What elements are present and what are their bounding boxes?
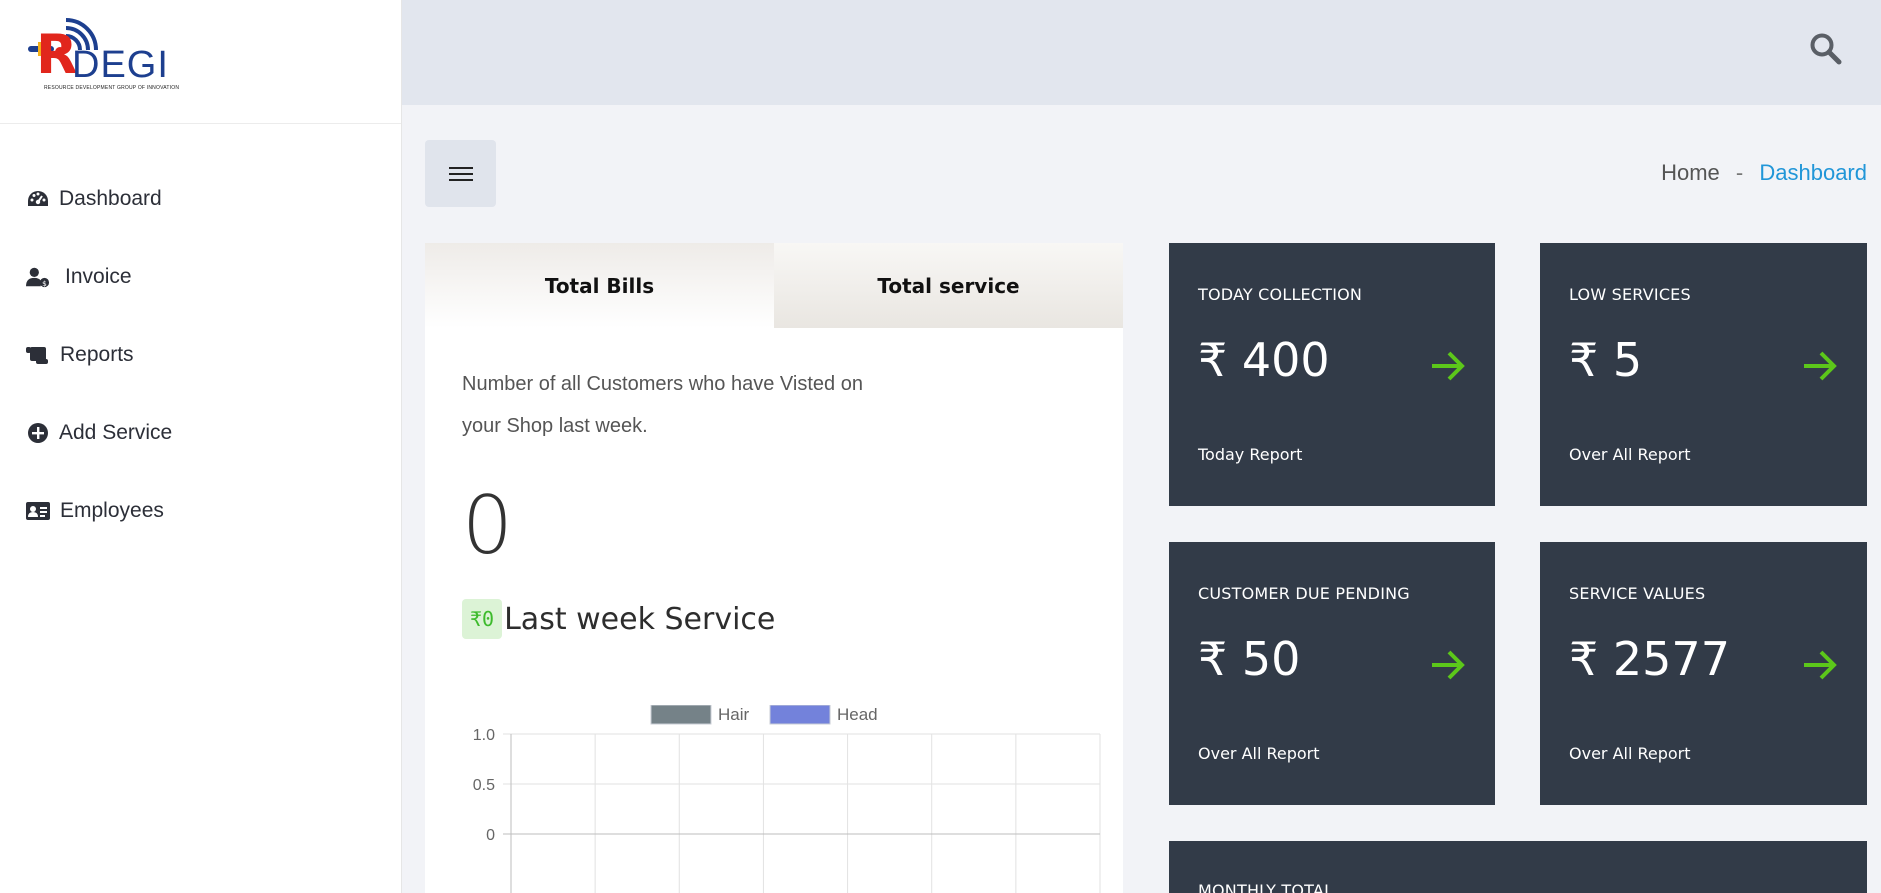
breadcrumb: Home - Dashboard <box>1661 160 1867 186</box>
tile-title: SERVICE VALUES <box>1569 584 1706 603</box>
plus-circle-icon <box>26 421 50 445</box>
sidebar-item-reports[interactable]: Reports <box>0 316 401 394</box>
logo-tagline: RESOURCE DEVELOPMENT GROUP OF INNOVATION <box>44 85 180 91</box>
sidebar-item-employees[interactable]: Employees <box>0 472 401 550</box>
last-week-row: ₹0 Last week Service <box>462 599 775 639</box>
sidebar-item-label: Invoice <box>65 265 132 288</box>
tab-total-service[interactable]: Total service <box>774 243 1123 328</box>
search-icon[interactable] <box>1809 32 1843 66</box>
logo-area: R DEGI RESOURCE DEVELOPMENT GROUP OF INN… <box>0 0 401 124</box>
last-week-label: Last week Service <box>504 601 776 637</box>
service-chart: Hair Head 1.0 0.5 0 <box>473 705 1101 893</box>
tile-value: ₹ 400 <box>1198 333 1330 387</box>
arrow-right-icon[interactable] <box>1801 347 1839 385</box>
tile-report-link[interactable]: Today Report <box>1198 445 1302 464</box>
sidebar-item-add-service[interactable]: Add Service <box>0 394 401 472</box>
tile-service-values[interactable]: SERVICE VALUES ₹ 2577 Over All Report <box>1540 542 1867 805</box>
amount-badge: ₹0 <box>462 599 503 639</box>
legend-label: Hair <box>718 705 750 724</box>
arrow-right-icon[interactable] <box>1429 347 1467 385</box>
tile-value: ₹ 2577 <box>1569 632 1730 686</box>
breadcrumb-home-link[interactable]: Home <box>1661 160 1720 185</box>
breadcrumb-separator: - <box>1735 160 1744 185</box>
tile-report-link[interactable]: Over All Report <box>1198 744 1320 763</box>
brand-logo[interactable]: R DEGI RESOURCE DEVELOPMENT GROUP OF INN… <box>26 16 180 96</box>
dashboard-icon <box>26 187 50 211</box>
legend-swatch <box>650 705 712 725</box>
tile-monthly-total[interactable]: MONTHLY TOTAL <box>1169 841 1867 893</box>
menu-toggle-button[interactable] <box>425 140 496 207</box>
tile-title: TODAY COLLECTION <box>1198 285 1363 304</box>
tile-value: ₹ 50 <box>1198 632 1301 686</box>
arrow-right-icon[interactable] <box>1429 646 1467 684</box>
logo-text: DEGI <box>72 44 169 86</box>
sidebar-nav: Dashboard $ Invoice Reports Add Service … <box>0 160 401 550</box>
tile-title: MONTHLY TOTAL <box>1198 881 1334 893</box>
y-tick-label: 1.0 <box>473 727 495 744</box>
sidebar-item-label: Reports <box>60 343 134 366</box>
y-tick-label: 0.5 <box>473 777 495 794</box>
svg-text:$: $ <box>42 279 47 288</box>
sidebar-item-invoice[interactable]: $ Invoice <box>0 238 401 316</box>
scroll-icon <box>26 343 50 367</box>
user-invoice-icon: $ <box>26 265 50 289</box>
tile-report-link[interactable]: Over All Report <box>1569 744 1691 763</box>
hamburger-icon <box>448 166 473 181</box>
tile-report-link[interactable]: Over All Report <box>1569 445 1691 464</box>
id-card-icon <box>26 499 50 523</box>
card-tabs: Total Bills Total service <box>425 243 1123 328</box>
tile-title: LOW SERVICES <box>1569 285 1691 304</box>
sidebar: R DEGI RESOURCE DEVELOPMENT GROUP OF INN… <box>0 0 402 893</box>
sidebar-item-label: Dashboard <box>59 187 162 210</box>
legend-swatch <box>769 705 831 725</box>
tile-low-services[interactable]: LOW SERVICES ₹ 5 Over All Report <box>1540 243 1867 506</box>
customer-count: 0 <box>462 479 513 572</box>
topbar <box>402 0 1881 105</box>
sidebar-item-dashboard[interactable]: Dashboard <box>0 160 401 238</box>
sidebar-item-label: Employees <box>60 499 164 522</box>
tile-customer-due-pending[interactable]: CUSTOMER DUE PENDING ₹ 50 Over All Repor… <box>1169 542 1495 805</box>
tile-title: CUSTOMER DUE PENDING <box>1198 584 1410 603</box>
sidebar-item-label: Add Service <box>59 421 173 444</box>
tab-total-bills[interactable]: Total Bills <box>425 243 774 328</box>
y-tick-label: 0 <box>486 827 495 844</box>
tile-value: ₹ 5 <box>1569 333 1643 387</box>
tile-today-collection[interactable]: TODAY COLLECTION ₹ 400 Today Report <box>1169 243 1495 506</box>
legend-label: Head <box>837 705 878 724</box>
breadcrumb-current[interactable]: Dashboard <box>1759 160 1867 185</box>
card-description: Number of all Customers who have Visted … <box>462 373 863 437</box>
weekly-stats-card: Total Bills Total service Number of all … <box>425 243 1123 893</box>
arrow-right-icon[interactable] <box>1801 646 1839 684</box>
